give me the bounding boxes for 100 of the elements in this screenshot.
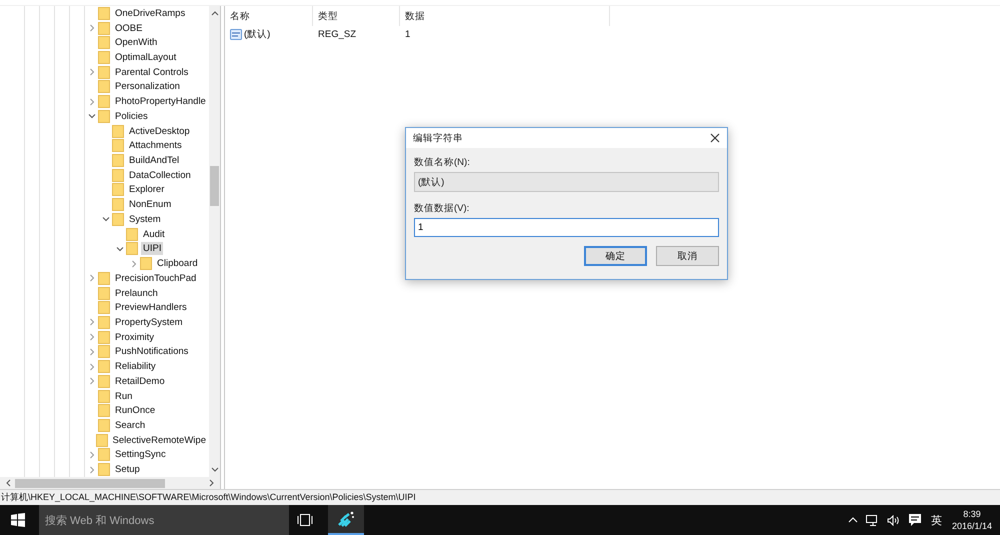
tree-item[interactable]: Personalization [113,80,182,94]
dialog-title: 编辑字符串 [413,132,463,144]
tree-item[interactable]: Clipboard [155,257,200,270]
tree-item[interactable]: PropertySystem [113,316,185,329]
chevron-right-icon[interactable] [130,260,138,268]
scrollbar-thumb[interactable] [210,166,219,206]
chevron-down-icon[interactable] [102,215,110,224]
folder-icon [112,168,124,182]
value-name[interactable]: (默认) [244,28,270,40]
chevron-right-icon[interactable] [88,450,96,459]
tree-item[interactable]: PushNotifications [113,345,190,358]
tree-item[interactable]: UIPI [141,242,164,256]
field-label: 数值名称(N): [414,156,471,170]
tree-item[interactable]: PreviewHandlers [113,301,189,314]
folder-icon [98,330,110,344]
tree-item[interactable]: OneDriveRamps [113,6,188,20]
folder-icon [98,272,110,285]
folder-icon [98,316,110,329]
column-header[interactable]: 类型 [313,6,400,26]
tree-item[interactable]: SelectiveRemoteWipe [110,434,208,447]
folder-icon [98,286,110,300]
cubes-icon [337,511,355,527]
column-header[interactable]: 名称 [225,6,313,26]
value-name-field[interactable]: (默认) [414,172,719,192]
chevron-right-icon[interactable] [88,24,96,32]
tree-item[interactable]: DataCollection [127,168,193,182]
folder-icon [98,95,110,108]
folder-icon [98,80,110,94]
value-type: REG_SZ [317,28,358,42]
tree-item[interactable]: OptimalLayout [113,51,178,64]
dialog-button[interactable]: 取消 [656,246,719,266]
tree-item[interactable]: Prelaunch [113,286,160,300]
scroll-up-icon[interactable] [210,10,218,16]
scroll-left-icon[interactable] [5,479,11,487]
scrollbar-thumb[interactable] [15,478,165,488]
folder-icon [98,301,110,314]
string-value-icon [230,28,242,40]
tree-item[interactable]: BuildAndTel [127,154,182,168]
tree-item[interactable]: OpenWith [113,36,160,50]
chevron-right-icon[interactable] [88,68,96,76]
task-view-icon[interactable] [297,514,313,526]
key-path: 计算机\HKEY_LOCAL_MACHINE\SOFTWARE\Microsoft\Windows\CurrentVersion\Policies\System\UIPI [1,491,416,504]
folder-icon [98,36,110,50]
scroll-right-icon[interactable] [209,479,215,487]
tree-item[interactable]: SettingSync [113,448,168,462]
tree-item[interactable]: Parental Controls [113,66,190,79]
folder-icon [112,139,124,152]
tree-item[interactable]: PrecisionTouchPad [113,272,198,285]
taskbar-app[interactable] [328,505,364,535]
folder-icon [140,257,152,270]
folder-icon [126,242,138,256]
notification-icon[interactable] [908,514,921,526]
chevron-right-icon[interactable] [88,98,96,106]
folder-icon [112,198,124,212]
input-language[interactable]: 英 [930,512,942,528]
value-data-field[interactable]: 1 [414,218,719,237]
tree-item[interactable]: Run [113,390,134,403]
value-data: 1 [404,28,412,42]
chevron-right-icon[interactable] [88,377,96,386]
network-icon[interactable] [866,514,879,526]
tree-item[interactable]: Policies [113,110,150,123]
tree-item[interactable]: ActiveDesktop [127,124,192,138]
tree-item[interactable]: PhotoPropertyHandle [113,95,208,108]
chevron-right-icon[interactable] [88,362,96,371]
clock-time[interactable]: 8:39 [963,508,981,520]
folder-icon [112,183,124,196]
tree-item[interactable]: System [127,212,163,226]
caret-up-icon[interactable] [848,517,858,523]
tree-item[interactable]: RunOnce [113,404,158,418]
folder-icon [98,448,110,462]
folder-icon [98,390,110,403]
search-box[interactable]: 搜索 Web 和 Windows [39,505,289,535]
tree-item[interactable]: Setup [113,463,142,476]
tree-item[interactable]: Audit [141,228,167,241]
chevron-down-icon[interactable] [88,112,96,120]
chevron-right-icon[interactable] [88,348,96,356]
tree-item[interactable]: Attachments [127,139,184,152]
tree-item[interactable]: RetailDemo [113,374,167,388]
folder-icon [98,404,110,418]
column-header[interactable]: 数据 [400,6,610,26]
close-icon[interactable] [710,133,720,143]
tree-item[interactable]: Reliability [113,360,158,374]
speaker-icon[interactable] [886,514,901,526]
tree-item[interactable]: OOBE [113,22,144,35]
tree-item[interactable]: Proximity [113,330,156,344]
tree-item[interactable]: Search [113,418,148,432]
folder-icon [98,418,110,432]
chevron-right-icon[interactable] [88,274,96,282]
chevron-right-icon[interactable] [88,333,96,342]
tree-item[interactable]: NonEnum [127,198,174,212]
chevron-right-icon[interactable] [88,318,96,326]
dialog-button[interactable]: 确定 [584,246,647,266]
chevron-down-icon[interactable] [116,244,124,253]
folder-icon [98,6,110,20]
windows-logo-icon[interactable] [11,513,25,527]
folder-icon [126,228,138,241]
scroll-down-icon[interactable] [210,467,218,473]
chevron-right-icon[interactable] [88,466,96,474]
clock-date[interactable]: 2016/1/14 [952,520,992,532]
tree-item[interactable]: Explorer [127,183,166,196]
